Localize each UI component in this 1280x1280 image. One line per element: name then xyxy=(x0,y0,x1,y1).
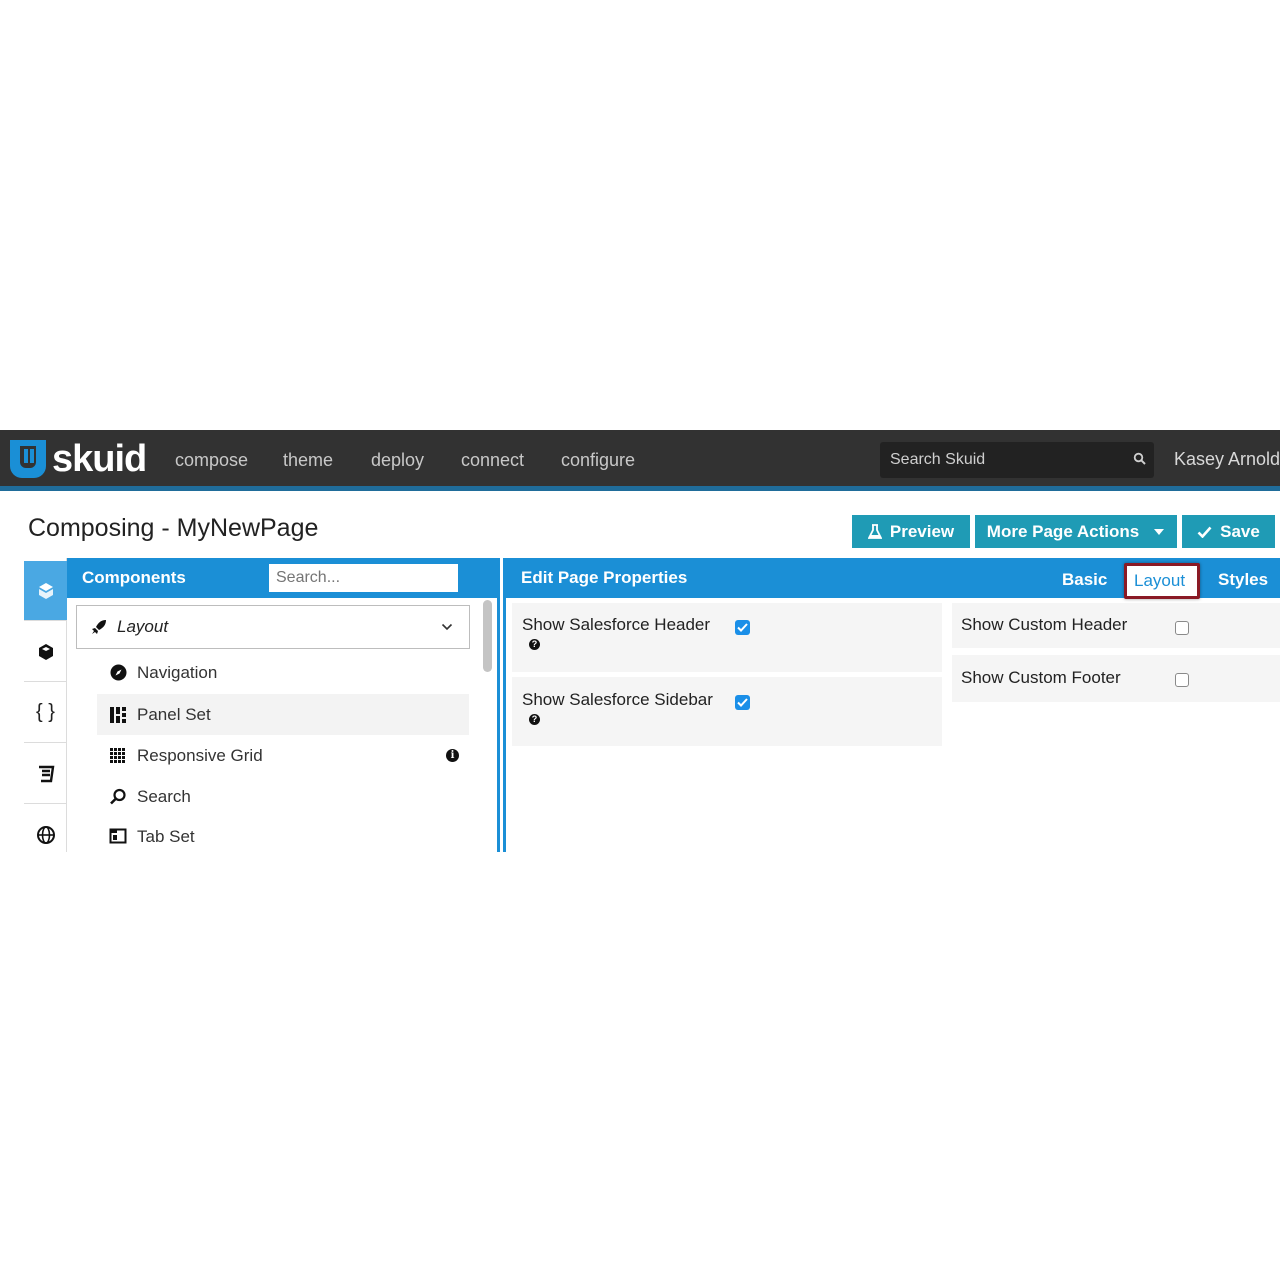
prop-label: Show Custom Header xyxy=(961,615,1128,634)
nav-theme[interactable]: theme xyxy=(283,448,333,472)
rail-components-tab[interactable] xyxy=(24,561,67,621)
component-search-input[interactable] xyxy=(269,564,458,592)
component-label: Tab Set xyxy=(137,827,195,846)
component-responsive-grid[interactable]: Responsive Grid i xyxy=(97,735,469,776)
tab-set-icon xyxy=(109,827,127,845)
help-icon[interactable]: ? xyxy=(529,714,540,725)
component-label: Search xyxy=(137,786,191,806)
show-custom-header-checkbox[interactable] xyxy=(1175,621,1189,635)
show-salesforce-header-checkbox[interactable] xyxy=(735,620,750,635)
prop-label: Show Salesforce Sidebar xyxy=(522,690,713,709)
help-icon[interactable]: ? xyxy=(529,639,540,650)
checkmark-icon xyxy=(737,698,748,707)
magnifier-icon xyxy=(109,788,127,806)
nav-compose[interactable]: compose xyxy=(175,448,248,472)
skuid-logo[interactable]: skuid xyxy=(10,437,147,480)
prop-label: Show Custom Footer xyxy=(961,668,1121,687)
skuid-logo-mark-icon xyxy=(10,440,46,478)
panel-set-icon xyxy=(109,706,127,724)
show-salesforce-sidebar-checkbox[interactable] xyxy=(735,695,750,710)
checkmark-icon xyxy=(1197,526,1212,538)
user-menu[interactable]: Kasey Arnold-I xyxy=(1174,449,1280,470)
component-search[interactable]: Search xyxy=(97,776,469,817)
checkmark-icon xyxy=(737,623,748,632)
prop-show-salesforce-header xyxy=(512,603,942,672)
tab-layout[interactable]: Layout xyxy=(1134,571,1185,591)
layout-group-header[interactable]: Layout xyxy=(76,605,470,649)
rail-javascript-tab[interactable]: { } xyxy=(24,683,67,743)
more-page-actions-button[interactable]: More Page Actions xyxy=(975,515,1177,548)
grid-icon xyxy=(109,747,127,765)
braces-icon: { } xyxy=(36,701,55,723)
prop-label: Show Salesforce Header xyxy=(522,615,711,634)
info-icon[interactable]: i xyxy=(446,749,459,762)
nav-configure[interactable]: configure xyxy=(561,448,635,472)
nav-deploy[interactable]: deploy xyxy=(371,448,424,472)
component-label: Panel Set xyxy=(137,704,211,724)
components-scroll-thumb[interactable] xyxy=(483,600,492,672)
nav-connect[interactable]: connect xyxy=(461,448,524,472)
layout-group-label: Layout xyxy=(117,617,169,636)
component-tab-set[interactable]: Tab Set xyxy=(97,817,469,852)
save-button[interactable]: Save xyxy=(1182,515,1275,548)
page-title: Composing - MyNewPage xyxy=(28,514,319,542)
top-nav-accent-line xyxy=(0,486,1280,491)
cube-stack-icon xyxy=(38,582,53,599)
page-properties-title: Edit Page Properties xyxy=(521,568,688,587)
component-navigation[interactable]: Navigation xyxy=(97,652,469,693)
compass-icon xyxy=(109,664,127,682)
tab-styles[interactable]: Styles xyxy=(1218,570,1268,590)
rocket-icon xyxy=(92,620,106,634)
components-panel-title: Components xyxy=(82,568,186,587)
component-label: Responsive Grid xyxy=(137,745,263,765)
search-icon[interactable] xyxy=(1133,452,1147,466)
cube-icon xyxy=(38,643,53,660)
more-page-actions-label: More Page Actions xyxy=(986,522,1140,541)
prop-show-salesforce-sidebar xyxy=(512,677,942,746)
save-label: Save xyxy=(1220,522,1260,541)
chevron-down-icon xyxy=(441,623,453,631)
component-panel-set[interactable]: Panel Set xyxy=(97,694,469,735)
search-skuid-input[interactable]: Search Skuid xyxy=(880,442,1154,478)
rail-resources-tab[interactable] xyxy=(24,805,67,865)
preview-button[interactable]: Preview xyxy=(852,515,970,548)
flask-icon xyxy=(867,523,882,539)
preview-label: Preview xyxy=(889,522,955,541)
css-icon xyxy=(38,765,54,782)
component-label: Navigation xyxy=(137,662,218,682)
rail-models-tab[interactable] xyxy=(24,622,67,682)
rail-css-tab[interactable] xyxy=(24,744,67,804)
caret-down-icon xyxy=(1154,528,1165,535)
tab-basic[interactable]: Basic xyxy=(1062,570,1107,590)
show-custom-footer-checkbox[interactable] xyxy=(1175,673,1189,687)
globe-icon xyxy=(36,826,55,844)
logo-wordmark: skuid xyxy=(52,437,147,480)
